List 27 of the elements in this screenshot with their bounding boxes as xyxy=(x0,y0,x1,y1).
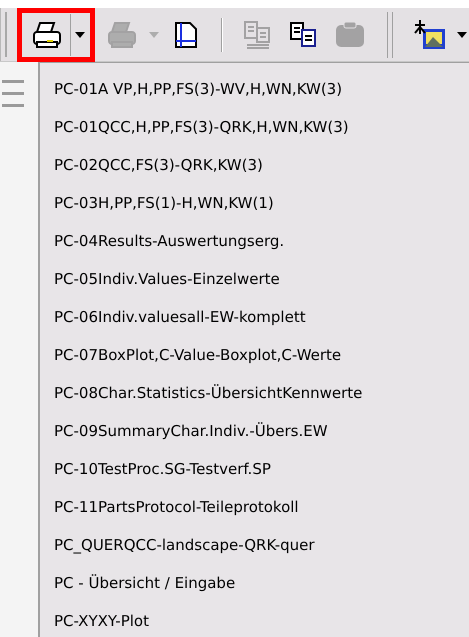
caret-icon xyxy=(149,32,159,38)
menu-item[interactable]: PC-08Char.Statistics-ÜbersichtKennwerte xyxy=(54,374,469,412)
menu-item[interactable]: PC-10TestProc.SG-Testverf.SP xyxy=(54,450,469,488)
menu-item[interactable]: PC-04Results-Auswertungserg. xyxy=(54,222,469,260)
page-icon xyxy=(174,20,198,48)
clipboard-icon xyxy=(334,20,366,48)
printer-icon xyxy=(31,20,63,50)
copy-icon xyxy=(289,20,319,48)
menu-item[interactable]: PC-07BoxPlot,C-Value-Boxplot,C-Werte xyxy=(54,336,469,374)
menu-item[interactable]: PC - Übersicht / Eingabe xyxy=(54,564,469,602)
menu-item[interactable]: PC-01QCC,H,PP,FS(3)-QRK,H,WN,KW(3) xyxy=(54,108,469,146)
menu-item[interactable]: PC-03H,PP,FS(1)-H,WN,KW(1) xyxy=(54,184,469,222)
menu-item[interactable]: PC-01A VP,H,PP,FS(3)-WV,H,WN,KW(3) xyxy=(54,70,469,108)
picture-icon xyxy=(413,18,447,50)
menu-item[interactable]: PC-09SummaryChar.Indiv.-Übers.EW xyxy=(54,412,469,450)
dropdown-button[interactable] xyxy=(70,14,88,56)
copy-icon xyxy=(243,20,273,50)
menu-item[interactable]: PC_QUERQCC-landscape-QRK-quer xyxy=(54,526,469,564)
lines-icon xyxy=(2,78,24,108)
menu-item[interactable]: PC-XYXY-Plot xyxy=(54,602,469,637)
menu-item[interactable]: PC-06Indiv.valuesall-EW-komplett xyxy=(54,298,469,336)
menu-item[interactable]: PC-05Indiv.Values-Einzelwerte xyxy=(54,260,469,298)
caret-icon xyxy=(74,32,84,38)
menu-item[interactable]: PC-11PartsProtocol-Teileprotokoll xyxy=(54,488,469,526)
menu-item[interactable]: PC-02QCC,FS(3)-QRK,KW(3) xyxy=(54,146,469,184)
printer-icon xyxy=(106,20,138,50)
caret-icon xyxy=(457,32,467,38)
